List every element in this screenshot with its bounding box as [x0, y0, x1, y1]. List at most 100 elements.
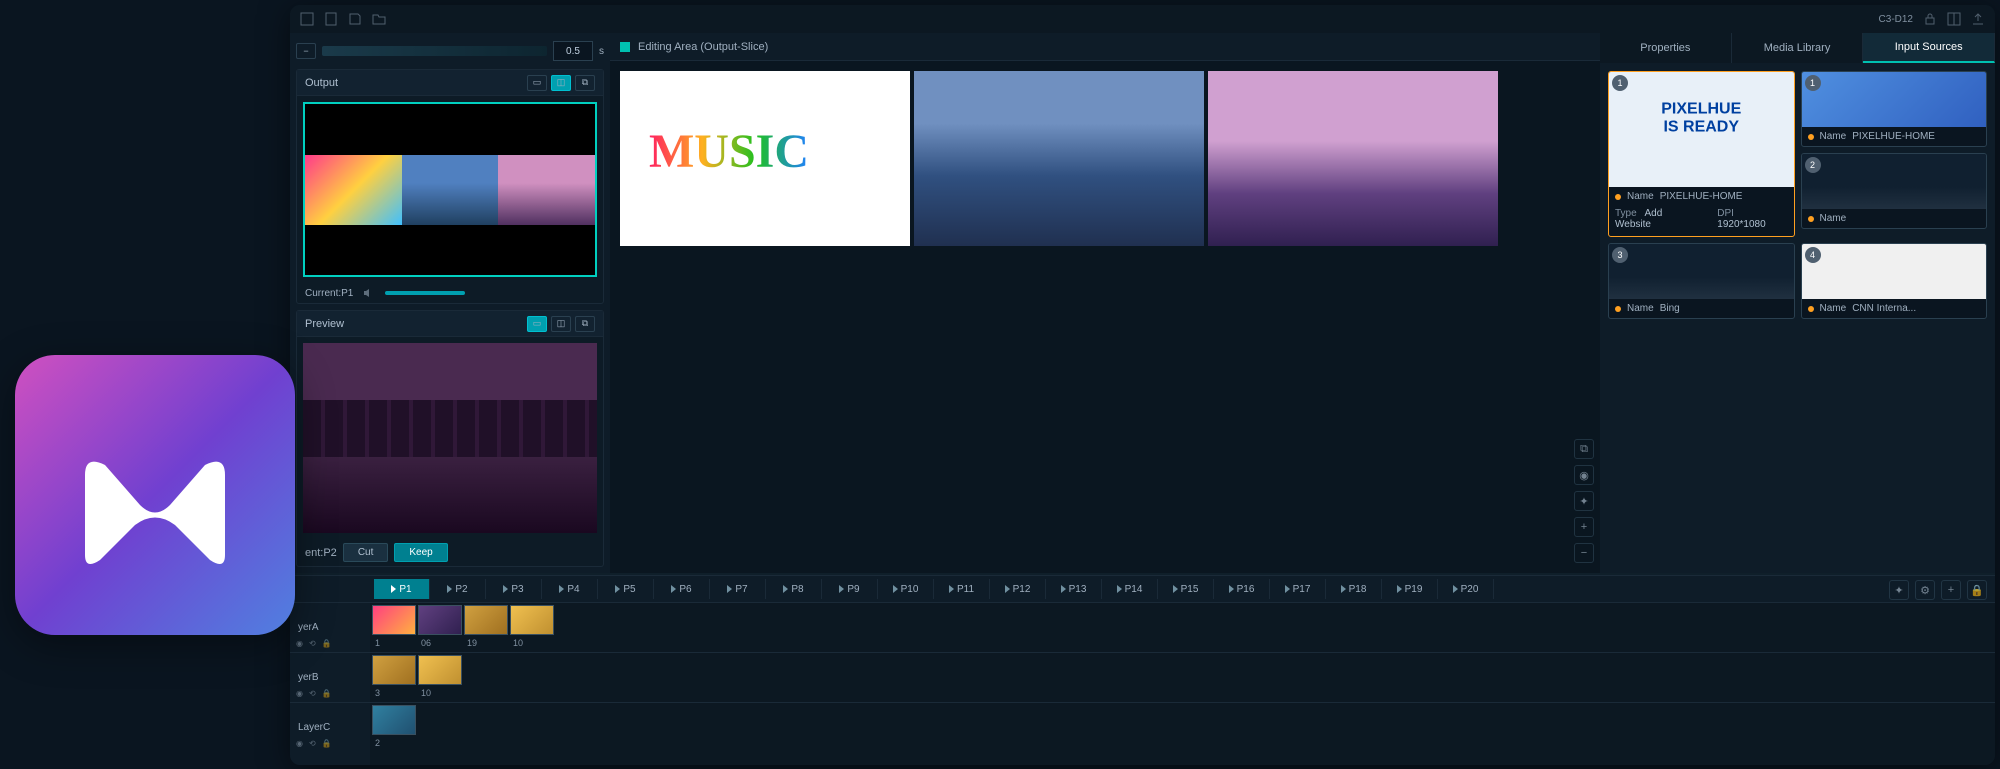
clip[interactable]: 10: [510, 605, 554, 635]
remove-tool-icon[interactable]: −: [1574, 543, 1594, 563]
collapse-icon[interactable]: −: [296, 43, 316, 59]
preview-title: Preview: [305, 318, 344, 330]
right-tabs: Properties Media Library Input Sources: [1600, 33, 1995, 63]
tl-lock-icon[interactable]: 🔒: [1967, 580, 1987, 600]
monitor-icon[interactable]: ▭: [527, 316, 547, 332]
cut-button[interactable]: Cut: [343, 543, 389, 562]
preview-current-label: ent:P2: [305, 547, 337, 559]
monitor-icon[interactable]: ▭: [527, 75, 547, 91]
clip[interactable]: 3: [372, 655, 416, 685]
keep-button[interactable]: Keep: [394, 543, 447, 562]
program-P18[interactable]: P18: [1326, 579, 1382, 599]
split-icon[interactable]: ◫: [551, 75, 571, 91]
program-P3[interactable]: P3: [486, 579, 542, 599]
program-P2[interactable]: P2: [430, 579, 486, 599]
output-title: Output: [305, 77, 338, 89]
clip[interactable]: 06: [418, 605, 462, 635]
sources-grid: 1PIXELHUE IS READY NamePIXELHUE-HOME Typ…: [1600, 63, 1995, 327]
target-tool-icon[interactable]: ✦: [1574, 491, 1594, 511]
preview-canvas[interactable]: [303, 343, 597, 533]
logo-m-icon: [55, 395, 255, 595]
output-thumb-2: [402, 155, 499, 225]
output-thumb-3: [498, 155, 595, 225]
clip[interactable]: 2: [372, 705, 416, 735]
program-P11[interactable]: P11: [934, 579, 990, 599]
source-card-2[interactable]: 1 NamePIXELHUE-HOME: [1801, 71, 1988, 147]
file-icon[interactable]: [324, 12, 338, 26]
program-P10[interactable]: P10: [878, 579, 934, 599]
program-P4[interactable]: P4: [542, 579, 598, 599]
canvas-slice-3[interactable]: [1208, 71, 1498, 246]
program-P12[interactable]: P12: [990, 579, 1046, 599]
output-thumb-1: [305, 155, 402, 225]
layer-a-label[interactable]: yerA◉⟲🔒: [290, 602, 370, 652]
program-list: P1P2P3P4P5P6P7P8P9P10P11P12P13P14P15P16P…: [370, 576, 1995, 602]
app-logo: [15, 355, 295, 635]
program-P17[interactable]: P17: [1270, 579, 1326, 599]
editing-indicator-icon: [620, 42, 630, 52]
split-icon[interactable]: ◫: [551, 316, 571, 332]
program-P13[interactable]: P13: [1046, 579, 1102, 599]
program-P16[interactable]: P16: [1214, 579, 1270, 599]
output-current-label: Current:P1: [305, 288, 353, 299]
folder-icon[interactable]: [372, 12, 386, 26]
tl-gear-icon[interactable]: ⚙: [1915, 580, 1935, 600]
source-card-5[interactable]: 4 NameCNN Interna...: [1801, 243, 1988, 319]
transition-bar: − s: [296, 39, 604, 63]
copy-icon[interactable]: ⧉: [575, 75, 595, 91]
copy-tool-icon[interactable]: ⧉: [1574, 439, 1594, 459]
transition-unit: s: [599, 46, 604, 57]
program-P20[interactable]: P20: [1438, 579, 1494, 599]
clip[interactable]: 19: [464, 605, 508, 635]
canvas-slice-2[interactable]: [914, 71, 1204, 246]
camera-tool-icon[interactable]: ◉: [1574, 465, 1594, 485]
titlebar: C3-D12: [290, 5, 1995, 33]
program-P8[interactable]: P8: [766, 579, 822, 599]
editing-header: Editing Area (Output-Slice): [610, 33, 1600, 61]
track-a[interactable]: 1 06 19 10: [370, 602, 1995, 652]
menu-icon[interactable]: [300, 12, 314, 26]
source-badge: 1: [1612, 75, 1628, 91]
program-P1[interactable]: P1: [374, 579, 430, 599]
left-column: − s Output ▭ ◫ ⧉: [290, 33, 610, 573]
program-P7[interactable]: P7: [710, 579, 766, 599]
layer-c-label[interactable]: LayerC◉⟲🔒: [290, 702, 370, 752]
layout-icon[interactable]: [1947, 12, 1961, 26]
program-P9[interactable]: P9: [822, 579, 878, 599]
transition-slider[interactable]: [322, 46, 547, 56]
program-P14[interactable]: P14: [1102, 579, 1158, 599]
preview-panel: Preview ▭ ◫ ⧉ ent:P2 Cut Keep: [296, 310, 604, 567]
program-P5[interactable]: P5: [598, 579, 654, 599]
program-P19[interactable]: P19: [1382, 579, 1438, 599]
save-icon[interactable]: [348, 12, 362, 26]
tab-input-sources[interactable]: Input Sources: [1863, 33, 1995, 63]
tab-properties[interactable]: Properties: [1600, 33, 1732, 63]
app-window: C3-D12 − s Output ▭ ◫ ⧉: [290, 5, 1995, 765]
source-card-1[interactable]: 1PIXELHUE IS READY NamePIXELHUE-HOME Typ…: [1608, 71, 1795, 237]
source-card-3[interactable]: 2 Name: [1801, 153, 1988, 229]
volume-slider[interactable]: [385, 291, 465, 295]
export-icon[interactable]: [1971, 12, 1985, 26]
transition-value-input[interactable]: [553, 41, 593, 61]
volume-icon[interactable]: [363, 287, 375, 299]
timeline: yerA◉⟲🔒 yerB◉⟲🔒 LayerC◉⟲🔒 ✦ ⚙ + 🔒 P1P2P3…: [290, 575, 1995, 765]
canvas-slice-1[interactable]: MUSIC: [620, 71, 910, 246]
editing-canvas[interactable]: MUSIC ⧉ ◉ ✦ + −: [610, 61, 1600, 573]
track-c[interactable]: 2: [370, 702, 1995, 752]
clip[interactable]: 10: [418, 655, 462, 685]
editing-title: Editing Area (Output-Slice): [638, 41, 768, 53]
program-P15[interactable]: P15: [1158, 579, 1214, 599]
output-panel: Output ▭ ◫ ⧉ Current:P1: [296, 69, 604, 304]
copy-icon[interactable]: ⧉: [575, 316, 595, 332]
source-card-4[interactable]: 3 NameBing: [1608, 243, 1795, 319]
lock-icon[interactable]: [1923, 12, 1937, 26]
track-b[interactable]: 3 10: [370, 652, 1995, 702]
add-tool-icon[interactable]: +: [1574, 517, 1594, 537]
output-preview[interactable]: [303, 102, 597, 277]
layer-b-label[interactable]: yerB◉⟲🔒: [290, 652, 370, 702]
tl-add-icon[interactable]: +: [1941, 580, 1961, 600]
tab-media-library[interactable]: Media Library: [1732, 33, 1864, 63]
tl-target-icon[interactable]: ✦: [1889, 580, 1909, 600]
clip[interactable]: 1: [372, 605, 416, 635]
program-P6[interactable]: P6: [654, 579, 710, 599]
